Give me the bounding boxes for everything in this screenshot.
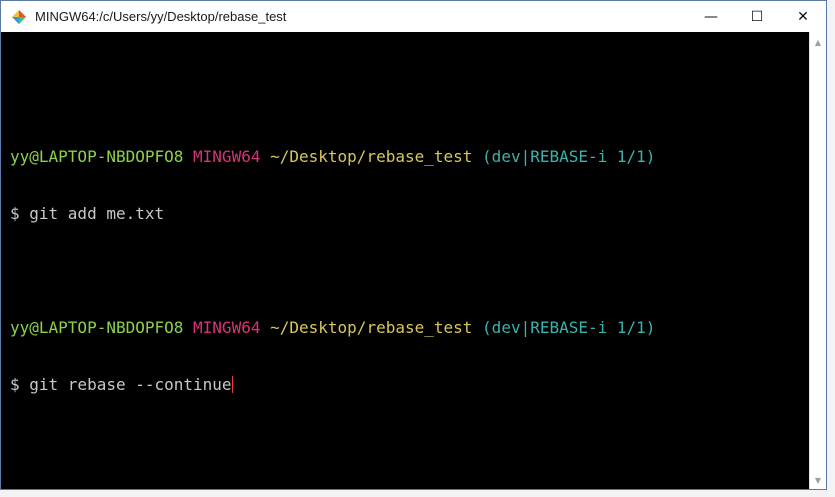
prompt-system: MINGW64 [193, 147, 261, 166]
scroll-up-icon[interactable]: ▲ [810, 34, 826, 50]
prompt-user-host: yy@LAPTOP-NBDOPFO8 [10, 318, 184, 337]
close-button[interactable]: ✕ [780, 1, 826, 32]
scroll-down-icon[interactable]: ▼ [810, 472, 826, 488]
terminal-window[interactable]: MINGW64:/c/Users/yy/Desktop/rebase_test … [0, 0, 827, 490]
title-bar[interactable]: MINGW64:/c/Users/yy/Desktop/rebase_test … [1, 1, 826, 32]
prompt-system: MINGW64 [193, 318, 261, 337]
text-cursor [231, 376, 233, 393]
prompt-line: yy@LAPTOP-NBDOPFO8 MINGW64 ~/Desktop/reb… [10, 147, 809, 166]
vertical-scrollbar[interactable]: ▲ ▼ [809, 32, 826, 489]
current-input-line[interactable]: $ git rebase --continue [10, 375, 809, 394]
prompt-path: ~/Desktop/rebase_test [270, 147, 473, 166]
prompt-path: ~/Desktop/rebase_test [270, 318, 473, 337]
minimize-button[interactable]: — [688, 1, 734, 32]
maximize-icon: ☐ [750, 8, 764, 25]
prompt-branch: (dev|REBASE-i 1/1) [482, 318, 656, 337]
window-controls: — ☐ ✕ [688, 1, 826, 32]
git-bash-icon [11, 9, 27, 25]
prompt-branch: (dev|REBASE-i 1/1) [482, 147, 656, 166]
window-title: MINGW64:/c/Users/yy/Desktop/rebase_test [35, 9, 287, 24]
prompt-line: yy@LAPTOP-NBDOPFO8 MINGW64 ~/Desktop/reb… [10, 318, 809, 337]
maximize-button[interactable]: ☐ [734, 1, 780, 32]
minimize-icon: — [704, 8, 718, 25]
close-icon: ✕ [797, 8, 809, 25]
prompt-user-host: yy@LAPTOP-NBDOPFO8 [10, 147, 184, 166]
terminal-output[interactable]: yy@LAPTOP-NBDOPFO8 MINGW64 ~/Desktop/reb… [1, 32, 809, 489]
current-command: $ git rebase --continue [10, 375, 232, 394]
command-line: $ git add me.txt [10, 204, 165, 223]
